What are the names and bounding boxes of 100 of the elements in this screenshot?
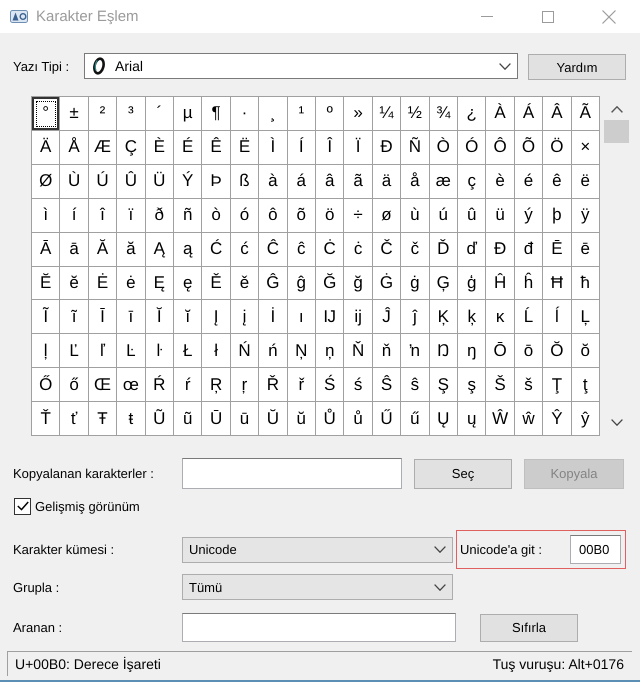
character-cell[interactable]: Ū: [202, 402, 231, 436]
character-cell[interactable]: Ŵ: [486, 402, 515, 436]
character-cell[interactable]: ũ: [174, 402, 202, 436]
character-cell[interactable]: Ŭ: [259, 402, 288, 436]
character-cell[interactable]: Ĕ: [32, 266, 60, 300]
character-cell[interactable]: ľ: [88, 334, 118, 368]
character-cell[interactable]: ŀ: [146, 334, 174, 368]
character-cell[interactable]: ±: [60, 97, 89, 131]
character-cell[interactable]: Ī: [88, 300, 118, 334]
character-cell[interactable]: ¸: [259, 97, 288, 131]
character-cell[interactable]: Ť: [32, 402, 60, 436]
font-dropdown[interactable]: Arial: [84, 53, 518, 79]
character-cell[interactable]: Č: [372, 232, 402, 266]
scrollbar-thumb[interactable]: [604, 120, 629, 143]
character-cell[interactable]: Ĝ: [259, 266, 288, 300]
character-cell[interactable]: ė: [117, 266, 146, 300]
character-cell[interactable]: Ģ: [430, 266, 458, 300]
character-cell[interactable]: ²: [88, 97, 118, 131]
character-cell[interactable]: Ĭ: [146, 300, 174, 334]
copy-field[interactable]: [182, 458, 402, 489]
character-cell[interactable]: ą: [174, 232, 202, 266]
character-cell[interactable]: ď: [458, 232, 486, 266]
character-cell[interactable]: Ě: [202, 266, 231, 300]
character-cell[interactable]: Ĥ: [486, 266, 515, 300]
character-cell[interactable]: ū: [230, 402, 260, 436]
character-cell[interactable]: ŗ: [230, 368, 260, 402]
search-field[interactable]: [182, 613, 456, 642]
character-cell[interactable]: ņ: [316, 334, 344, 368]
character-cell[interactable]: ÿ: [572, 198, 600, 233]
character-cell[interactable]: ă: [117, 232, 146, 266]
character-cell[interactable]: ň: [372, 334, 402, 368]
character-cell[interactable]: í: [60, 198, 89, 233]
character-cell[interactable]: ŕ: [174, 368, 202, 402]
character-cell[interactable]: ã: [344, 164, 373, 199]
character-cell[interactable]: ı: [288, 300, 316, 334]
character-cell[interactable]: ĕ: [60, 266, 89, 300]
character-cell[interactable]: Ė: [88, 266, 118, 300]
character-cell[interactable]: Ñ: [401, 130, 430, 165]
help-button[interactable]: Yardım: [528, 54, 626, 80]
character-cell[interactable]: Ġ: [372, 266, 402, 300]
character-cell[interactable]: Š: [486, 368, 515, 402]
character-cell[interactable]: ċ: [344, 232, 373, 266]
character-cell[interactable]: ×: [572, 130, 600, 165]
character-cell[interactable]: Û: [117, 164, 146, 199]
character-cell[interactable]: Ð: [372, 130, 402, 165]
character-cell[interactable]: ř: [288, 368, 316, 402]
character-cell[interactable]: ä: [372, 164, 402, 199]
character-cell[interactable]: ń: [259, 334, 288, 368]
character-cell[interactable]: Đ: [486, 232, 515, 266]
character-cell[interactable]: Ŕ: [146, 368, 174, 402]
character-cell[interactable]: °: [32, 97, 60, 131]
character-cell[interactable]: Ŗ: [202, 368, 231, 402]
character-cell[interactable]: ğ: [344, 266, 373, 300]
character-cell[interactable]: Ű: [372, 402, 402, 436]
character-cell[interactable]: á: [288, 164, 316, 199]
character-cell[interactable]: Ä: [32, 130, 60, 165]
character-cell[interactable]: Ą: [146, 232, 174, 266]
character-cell[interactable]: æ: [430, 164, 458, 199]
character-cell[interactable]: ë: [572, 164, 600, 199]
character-cell[interactable]: Ã: [572, 97, 600, 131]
character-cell[interactable]: å: [401, 164, 430, 199]
character-cell[interactable]: Ø: [32, 164, 60, 199]
character-cell[interactable]: ò: [202, 198, 231, 233]
scroll-down-icon[interactable]: [610, 419, 622, 426]
goto-unicode-field[interactable]: 00B0: [570, 535, 621, 564]
character-cell[interactable]: Ő: [32, 368, 60, 402]
character-cell[interactable]: ð: [146, 198, 174, 233]
character-cell[interactable]: À: [486, 97, 515, 131]
character-cell[interactable]: ŵ: [514, 402, 544, 436]
character-cell[interactable]: ŧ: [117, 402, 146, 436]
reset-button[interactable]: Sıfırla: [480, 614, 578, 642]
character-cell[interactable]: ¼: [372, 97, 402, 131]
checkbox[interactable]: [14, 498, 31, 514]
character-cell[interactable]: Ň: [344, 334, 373, 368]
character-cell[interactable]: Ù: [60, 164, 89, 199]
character-cell[interactable]: ĳ: [344, 300, 373, 334]
character-cell[interactable]: ß: [230, 164, 260, 199]
character-cell[interactable]: ŝ: [401, 368, 430, 402]
character-cell[interactable]: đ: [514, 232, 544, 266]
character-cell[interactable]: ş: [458, 368, 486, 402]
select-button[interactable]: Seç: [414, 458, 512, 488]
character-cell[interactable]: ţ: [572, 368, 600, 402]
character-cell[interactable]: Í: [288, 130, 316, 165]
character-cell[interactable]: Ņ: [288, 334, 316, 368]
character-cell[interactable]: ļ: [32, 334, 60, 368]
character-cell[interactable]: Ú: [88, 164, 118, 199]
character-cell[interactable]: »: [344, 97, 373, 131]
character-cell[interactable]: ĉ: [288, 232, 316, 266]
character-cell[interactable]: Ļ: [572, 300, 600, 334]
character-cell[interactable]: ¶: [202, 97, 231, 131]
character-cell[interactable]: Ŝ: [372, 368, 402, 402]
character-cell[interactable]: ĺ: [543, 300, 572, 334]
character-cell[interactable]: Ř: [259, 368, 288, 402]
character-cell[interactable]: ů: [344, 402, 373, 436]
character-cell[interactable]: õ: [288, 198, 316, 233]
character-cell[interactable]: ô: [259, 198, 288, 233]
character-cell[interactable]: Ï: [344, 130, 373, 165]
character-cell[interactable]: ě: [230, 266, 260, 300]
character-cell[interactable]: ł: [202, 334, 231, 368]
character-cell[interactable]: µ: [174, 97, 202, 131]
